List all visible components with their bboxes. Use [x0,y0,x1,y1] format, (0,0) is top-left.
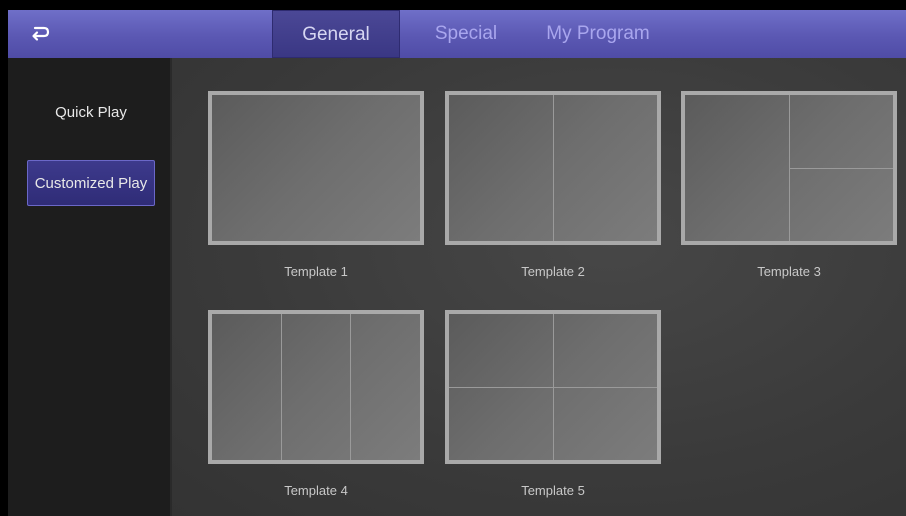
layout-divider [449,387,657,388]
template-card[interactable]: Template 3 [681,91,897,279]
return-arrow-icon [32,26,50,41]
template-thumbnail[interactable] [445,91,661,245]
layout-divider [350,314,351,460]
sidebar-item-quick-play[interactable]: Quick Play [27,90,155,136]
template-thumbnail[interactable] [445,310,661,464]
template-thumbnail[interactable] [681,91,897,245]
template-label: Template 3 [757,264,821,279]
template-card[interactable]: Template 2 [445,91,661,279]
template-card[interactable]: Template 4 [208,310,424,498]
top-bar: General Special My Program [8,10,906,58]
tab-general[interactable]: General [272,10,400,58]
template-thumbnail[interactable] [208,91,424,245]
back-button[interactable] [26,20,54,48]
template-card[interactable]: Template 5 [445,310,661,498]
layout-divider [553,95,554,241]
template-grid: Template 1 Template 2 Template 3 Templat… [172,58,906,516]
app-window: General Special My Program Quick Play Cu… [0,0,906,516]
template-thumbnail[interactable] [208,310,424,464]
layout-divider [789,168,893,169]
template-card[interactable]: Template 1 [208,91,424,279]
template-label: Template 4 [284,483,348,498]
tab-special[interactable]: Special [426,10,506,58]
layout-divider [281,314,282,460]
sidebar-item-customized-play[interactable]: Customized Play [27,160,155,206]
template-label: Template 2 [521,264,585,279]
template-label: Template 5 [521,483,585,498]
tab-my-program[interactable]: My Program [536,10,660,58]
sidebar: Quick Play Customized Play [8,58,172,516]
template-label: Template 1 [284,264,348,279]
